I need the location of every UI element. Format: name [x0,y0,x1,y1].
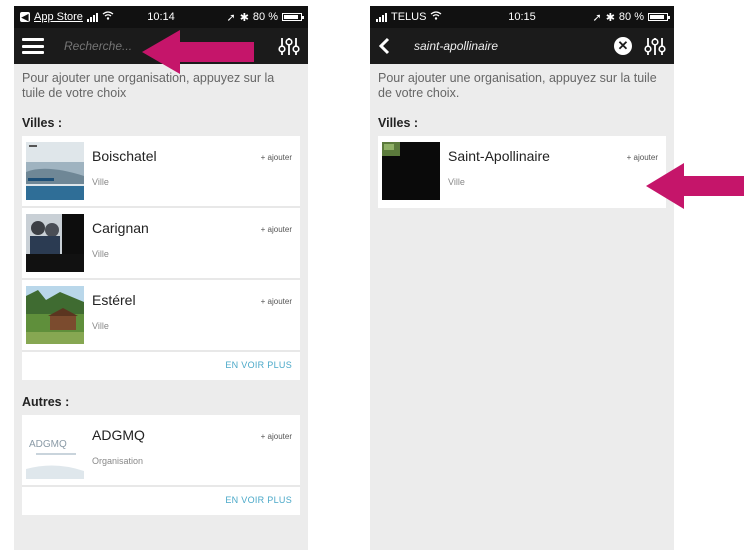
battery-percent: 80 % [252,11,278,23]
annotation-arrow-left [142,30,254,74]
carignan-thumbnail [26,214,84,272]
status-bar: ◀ App Store 10:14 ➚ ✱ 80 % [14,6,308,28]
cities-list: Boischatel Ville + ajouter Carignan Vill… [22,136,300,380]
location-icon: ➚ [592,11,602,24]
org-card-carignan[interactable]: Carignan Ville + ajouter [22,208,300,280]
filter-settings-icon[interactable] [644,35,666,57]
location-icon: ➚ [226,11,236,24]
esterel-thumbnail [26,286,84,344]
adgmq-logo: ADGMQ [26,421,84,479]
org-type: Ville [92,321,109,331]
carrier-name: TELUS [391,11,427,23]
add-button[interactable]: + ajouter [261,297,292,306]
org-title: Estérel [92,292,136,308]
left-phone-screen: ◀ App Store 10:14 ➚ ✱ 80 % Recherche... … [14,6,308,550]
search-query[interactable]: saint-apollinaire [414,39,498,53]
back-to-app-store-link[interactable]: App Store [34,11,83,23]
status-bar: TELUS 10:15 ➚ ✱ 80 % [370,6,674,28]
bluetooth-icon: ✱ [239,11,249,24]
wifi-icon [430,11,442,23]
svg-text:ADGMQ: ADGMQ [29,439,67,450]
instructions-text: Pour ajouter une organisation, appuyez s… [378,71,657,100]
battery-icon [648,13,670,21]
section-title-villes: Villes : [22,116,63,130]
right-phone-screen: TELUS 10:15 ➚ ✱ 80 % saint-apollinaire ✕ [370,6,674,550]
bluetooth-icon: ✱ [605,11,615,24]
see-more-cities-link[interactable]: EN VOIR PLUS [22,352,300,380]
section-title-autres: Autres : [22,395,70,409]
others-list: ADGMQ ADGMQ Organisation + ajouter EN VO… [22,415,300,515]
org-type: Ville [92,177,109,187]
signal-icon [86,12,98,22]
cities-list: Saint-Apollinaire Ville + ajouter [378,136,666,208]
org-card-saint-apollinaire[interactable]: Saint-Apollinaire Ville + ajouter [378,136,666,208]
clear-search-icon[interactable]: ✕ [614,37,632,55]
top-nav-bar: saint-apollinaire ✕ [370,28,674,64]
section-title-villes: Villes : [378,116,419,130]
add-button[interactable]: + ajouter [261,153,292,162]
battery-percent: 80 % [618,11,644,23]
menu-icon[interactable] [22,38,44,54]
org-type: Ville [92,249,109,259]
see-more-others-link[interactable]: EN VOIR PLUS [22,487,300,515]
add-button[interactable]: + ajouter [261,432,292,441]
org-card-boischatel[interactable]: Boischatel Ville + ajouter [22,136,300,208]
annotation-arrow-right [646,163,744,209]
org-card-adgmq[interactable]: ADGMQ ADGMQ Organisation + ajouter [22,415,300,487]
add-button[interactable]: + ajouter [261,225,292,234]
battery-icon [282,13,304,21]
back-chevron-icon[interactable] [378,36,396,56]
signal-icon [376,12,387,22]
back-arrow-icon[interactable]: ◀ [20,12,30,22]
wifi-icon [102,11,114,23]
org-card-esterel[interactable]: Estérel Ville + ajouter [22,280,300,352]
org-type: Ville [448,177,465,187]
filter-settings-icon[interactable] [278,35,300,57]
org-title: ADGMQ [92,427,145,443]
org-title: Boischatel [92,148,157,164]
boischatel-thumbnail [26,142,84,200]
org-title: Saint-Apollinaire [448,148,550,164]
saint-apollinaire-thumbnail [382,142,440,200]
org-title: Carignan [92,220,149,236]
org-type: Organisation [92,456,144,466]
